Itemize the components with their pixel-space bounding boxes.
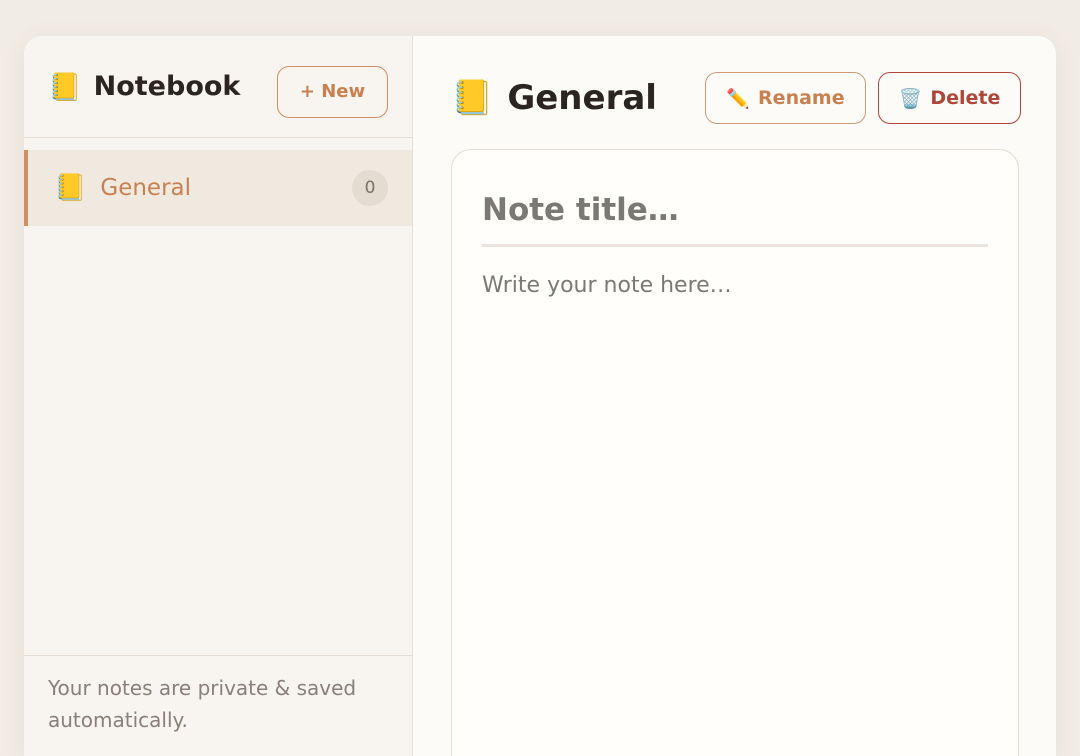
brand-title: Notebook: [93, 71, 241, 102]
notebook-icon: 📒: [54, 173, 87, 203]
app-window: 📒 Notebook + New 📒 General 0 Your notes …: [24, 36, 1056, 756]
notebook-icon: 📒: [451, 78, 494, 118]
new-notebook-button[interactable]: + New: [277, 65, 388, 118]
main-header: 📒 General ✏️ Rename 🗑️ Delete: [451, 72, 1021, 124]
note-count-badge: 0: [352, 170, 388, 206]
trash-icon: 🗑️: [898, 87, 923, 110]
sidebar-header: 📒 Notebook + New: [24, 36, 412, 138]
delete-button[interactable]: 🗑️ Delete: [878, 72, 1021, 124]
sidebar-item-general[interactable]: 📒 General 0: [24, 150, 412, 226]
brand: 📒 Notebook: [48, 71, 240, 103]
page-title-text: General: [507, 78, 657, 118]
sidebar-footer-text: Your notes are private & saved automatic…: [24, 655, 412, 736]
main-panel: 📒 General ✏️ Rename 🗑️ Delete: [413, 36, 1056, 756]
delete-label: Delete: [930, 87, 1001, 109]
note-title-input[interactable]: [482, 192, 988, 247]
header-actions: ✏️ Rename 🗑️ Delete: [705, 72, 1021, 124]
note-editor: [451, 149, 1019, 756]
rename-label: Rename: [758, 87, 845, 109]
notebook-icon: 📒: [48, 71, 82, 103]
sidebar: 📒 Notebook + New 📒 General 0 Your notes …: [24, 36, 413, 756]
rename-button[interactable]: ✏️ Rename: [705, 72, 866, 124]
note-body-input[interactable]: [482, 273, 988, 673]
page-title: 📒 General: [451, 78, 657, 118]
pencil-icon: ✏️: [726, 87, 751, 110]
sidebar-item-label: General: [100, 175, 192, 201]
